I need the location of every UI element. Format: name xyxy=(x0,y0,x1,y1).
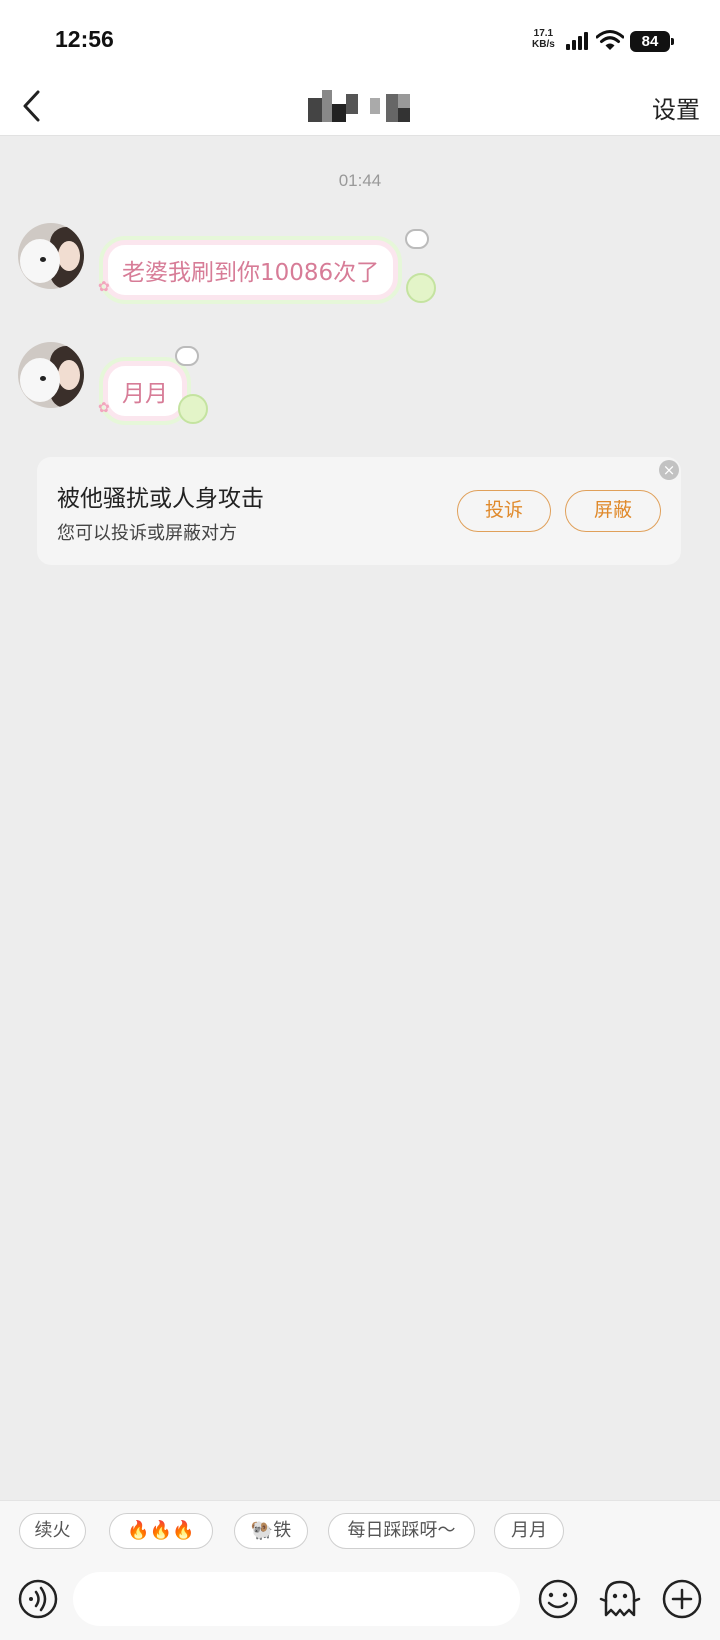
close-icon[interactable]: × xyxy=(659,460,679,480)
quick-reply-chip[interactable]: 续火 xyxy=(19,1513,86,1549)
message-timestamp: 01:44 xyxy=(338,171,382,190)
quick-reply-chip[interactable]: 每日踩踩呀～ xyxy=(328,1513,475,1549)
quick-reply-chip[interactable]: 月月 xyxy=(494,1513,564,1549)
block-button[interactable]: 屏蔽 xyxy=(565,490,661,532)
emoji-icon[interactable] xyxy=(536,1577,580,1621)
flower-sticker-icon xyxy=(406,273,436,303)
battery-icon: 84 xyxy=(630,31,674,52)
complain-button[interactable]: 投诉 xyxy=(457,490,551,532)
composer-area: 续火 🔥🔥🔥 🐏铁 每日踩踩呀～ 月月 xyxy=(0,1500,720,1640)
message-row: 老婆我刷到你10086次了 ✿ xyxy=(18,223,438,303)
message-bubble[interactable]: 老婆我刷到你10086次了 xyxy=(103,240,399,300)
report-card-title: 被他骚扰或人身攻击 xyxy=(57,486,264,512)
cellular-signal-icon xyxy=(566,32,592,50)
report-card-subtitle: 您可以投诉或屏蔽对方 xyxy=(57,523,237,544)
message-input[interactable] xyxy=(73,1572,520,1626)
voice-icon[interactable] xyxy=(16,1577,60,1621)
ghost-sticker-icon[interactable] xyxy=(598,1577,642,1621)
message-bubble[interactable]: 月月 xyxy=(103,361,187,421)
chat-header: 设置 xyxy=(0,80,720,136)
contact-name-pixelated xyxy=(308,90,422,122)
harassment-report-card: 被他骚扰或人身攻击 您可以投诉或屏蔽对方 投诉 屏蔽 xyxy=(37,457,681,565)
status-bar: 12:56 17.1 KB/s 84 xyxy=(0,0,720,80)
network-speed-unit: KB/s xyxy=(532,39,555,50)
network-speed: 17.1 KB/s xyxy=(532,28,555,50)
cloud-sticker-icon xyxy=(405,229,429,249)
plus-icon[interactable] xyxy=(660,1577,704,1621)
status-time: 12:56 xyxy=(55,26,114,52)
settings-button[interactable]: 设置 xyxy=(652,90,700,125)
bow-sticker-icon: ✿ xyxy=(98,279,110,295)
avatar[interactable] xyxy=(18,223,84,289)
message-row: 月月 ✿ xyxy=(18,342,218,424)
wifi-icon xyxy=(596,30,624,50)
avatar[interactable] xyxy=(18,342,84,408)
quick-reply-chip[interactable]: 🔥🔥🔥 xyxy=(109,1513,213,1549)
quick-reply-chip[interactable]: 🐏铁 xyxy=(234,1513,308,1549)
network-speed-value: 17.1 xyxy=(533,28,554,39)
cloud-sticker-icon xyxy=(175,346,199,366)
flower-sticker-icon xyxy=(178,394,208,424)
bow-sticker-icon: ✿ xyxy=(98,400,110,416)
back-arrow-icon[interactable] xyxy=(14,84,54,128)
